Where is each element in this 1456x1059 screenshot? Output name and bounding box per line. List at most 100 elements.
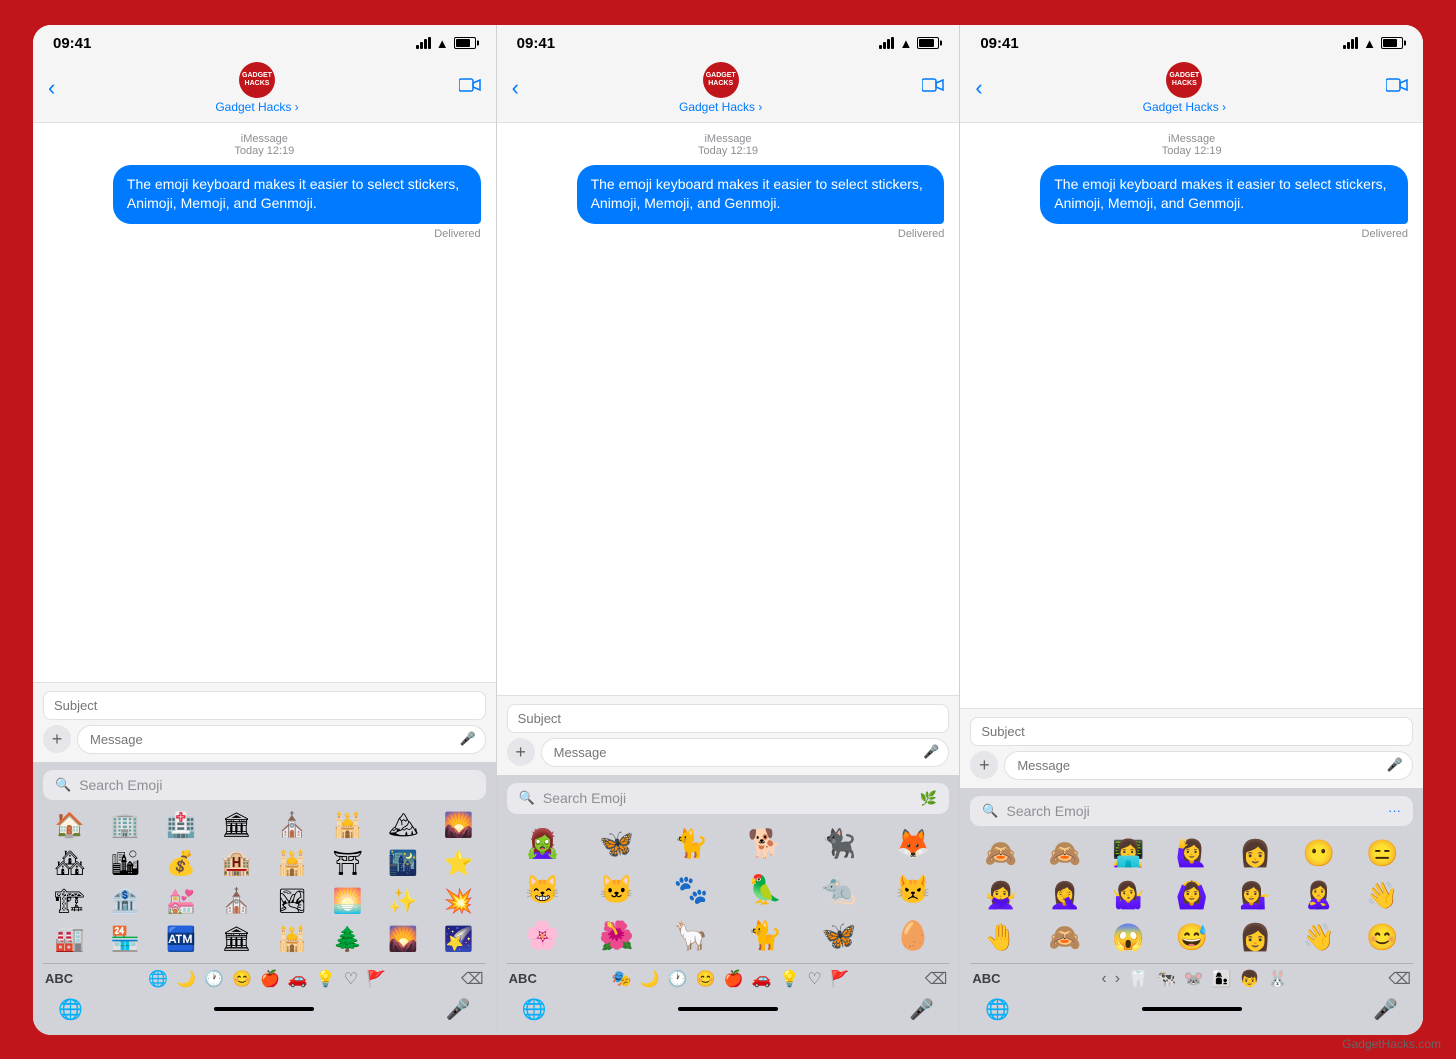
message-input-1[interactable] [77,725,486,754]
category-icon[interactable]: 😊 [696,969,716,989]
memoji-cell[interactable]: 🤚 [970,918,1032,958]
sticker-cell[interactable]: 😸 [507,868,579,912]
emoji-cell[interactable]: ⛩ [321,846,375,882]
category-icon[interactable]: 🐄 [1156,969,1176,989]
emoji-cell[interactable]: 🏗 [43,884,97,920]
sticker-cell[interactable]: 🥚 [877,914,949,958]
back-button-1[interactable]: ‹ [48,75,55,101]
emoji-cell[interactable]: 🏠 [43,808,97,844]
sticker-cell[interactable]: 🌺 [581,914,653,958]
category-icon[interactable]: 😊 [232,969,252,989]
memoji-cell[interactable]: 🙆‍♀️ [1161,876,1223,916]
abc-button-2[interactable]: ABC [509,971,537,986]
emoji-cell[interactable]: 🕌 [321,808,375,844]
category-icon[interactable]: ♡ [344,969,358,989]
emoji-cell[interactable]: 💒 [154,884,208,920]
emoji-cell[interactable]: 🏔 [377,808,431,844]
plus-button-1[interactable]: + [43,725,71,753]
category-icon[interactable]: 👦 [1240,969,1260,989]
memoji-cell[interactable]: 👋 [1288,918,1350,958]
memoji-cell[interactable]: 🙈 [970,834,1032,874]
emoji-cell[interactable]: ⛪ [265,808,319,844]
category-icon[interactable]: 🚗 [288,969,308,989]
category-icon[interactable]: 🦷 [1128,969,1148,989]
memoji-cell[interactable]: 😱 [1097,918,1159,958]
memoji-cell[interactable]: 😶 [1288,834,1350,874]
emoji-cell[interactable]: ⭐ [432,846,486,882]
emoji-cell[interactable]: 🕌 [265,922,319,958]
category-icon[interactable]: 🍎 [260,969,280,989]
emoji-cell[interactable]: 🌄 [377,922,431,958]
emoji-cell[interactable]: 🕌 [265,846,319,882]
category-icon[interactable]: 🚗 [752,969,772,989]
memoji-cell[interactable]: 😅 [1161,918,1223,958]
category-icon[interactable]: 🐭 [1184,969,1204,989]
memoji-cell[interactable]: 🙈 [1034,834,1096,874]
category-icon[interactable]: 🕐 [204,969,224,989]
category-icon[interactable]: ♡ [807,969,821,989]
category-icon[interactable]: 🌙 [640,969,660,989]
globe-icon-1[interactable]: 🌐 [58,997,83,1022]
emoji-cell[interactable]: 💥 [432,884,486,920]
sticker-cell[interactable]: 🐈‍⬛ [803,822,875,866]
sticker-cell[interactable]: 🦋 [581,822,653,866]
sticker-cell[interactable]: 🦊 [877,822,949,866]
memoji-cell[interactable]: 🙈 [1034,918,1096,958]
memoji-cell[interactable]: 😊 [1351,918,1413,958]
video-button-1[interactable] [459,77,481,98]
emoji-cell[interactable]: 🌠 [432,922,486,958]
memoji-cell[interactable]: 👩 [1224,918,1286,958]
emoji-cell[interactable]: 🏭 [43,922,97,958]
sticker-cell[interactable]: 🐕 [729,822,801,866]
subject-input-3[interactable] [970,717,1413,746]
category-icon[interactable]: 💡 [779,969,799,989]
sticker-cell[interactable]: 🦋 [803,914,875,958]
category-icon[interactable]: ‹ [1101,970,1106,988]
sticker-cell[interactable]: 🐀 [803,868,875,912]
delete-key-2[interactable]: ⌫ [925,969,948,989]
plus-button-2[interactable]: + [507,738,535,766]
sticker-cell[interactable]: 🐈 [655,822,727,866]
memoji-cell[interactable]: 👋 [1351,876,1413,916]
emoji-cell[interactable]: 🏘 [43,846,97,882]
memoji-cell[interactable]: 🙅‍♀️ [970,876,1032,916]
category-icon[interactable]: 🌙 [176,969,196,989]
emoji-cell[interactable]: 🏨 [210,846,264,882]
category-icon[interactable]: 🍎 [724,969,744,989]
category-icon[interactable]: 🕐 [668,969,688,989]
subject-input-2[interactable] [507,704,950,733]
sticker-cell[interactable]: 🐈 [729,914,801,958]
emoji-cell[interactable]: 🌃 [377,846,431,882]
memoji-cell[interactable]: 😑 [1351,834,1413,874]
emoji-cell[interactable]: 🏛 [210,808,264,844]
memoji-cell[interactable]: 🙋‍♀️ [1161,834,1223,874]
category-icon[interactable]: 👩‍👦 [1212,969,1232,989]
emoji-cell[interactable]: ✨ [377,884,431,920]
globe-icon-2[interactable]: 🌐 [522,997,547,1022]
delete-key-3[interactable]: ⌫ [1388,969,1411,989]
memoji-cell[interactable]: 🤦‍♀️ [1034,876,1096,916]
category-icon[interactable]: 🎭 [612,969,632,989]
sticker-cell[interactable]: 🐱 [581,868,653,912]
globe-icon-3[interactable]: 🌐 [985,997,1010,1022]
emoji-cell[interactable]: 🏥 [154,808,208,844]
message-input-2[interactable] [541,738,950,767]
sticker-cell[interactable]: 🦙 [655,914,727,958]
abc-button-1[interactable]: ABC [45,971,73,986]
memoji-cell[interactable]: 🤷‍♀️ [1097,876,1159,916]
subject-input-1[interactable] [43,691,486,720]
plus-button-3[interactable]: + [970,751,998,779]
search-bar-3[interactable]: 🔍 Search Emoji ··· [970,796,1413,826]
emoji-cell[interactable]: 🌲 [321,922,375,958]
category-icon[interactable]: 💡 [316,969,336,989]
video-button-3[interactable] [1386,77,1408,98]
video-button-2[interactable] [922,77,944,98]
memoji-cell[interactable]: 🙎‍♀️ [1288,876,1350,916]
emoji-cell[interactable]: 🏞 [265,884,319,920]
message-input-3[interactable] [1004,751,1413,780]
delete-key-1[interactable]: ⌫ [461,969,484,989]
back-button-2[interactable]: ‹ [512,75,519,101]
emoji-cell[interactable]: ⛪ [210,884,264,920]
emoji-cell[interactable]: 🏙 [99,846,153,882]
memoji-cell[interactable]: 💁‍♀️ [1224,876,1286,916]
